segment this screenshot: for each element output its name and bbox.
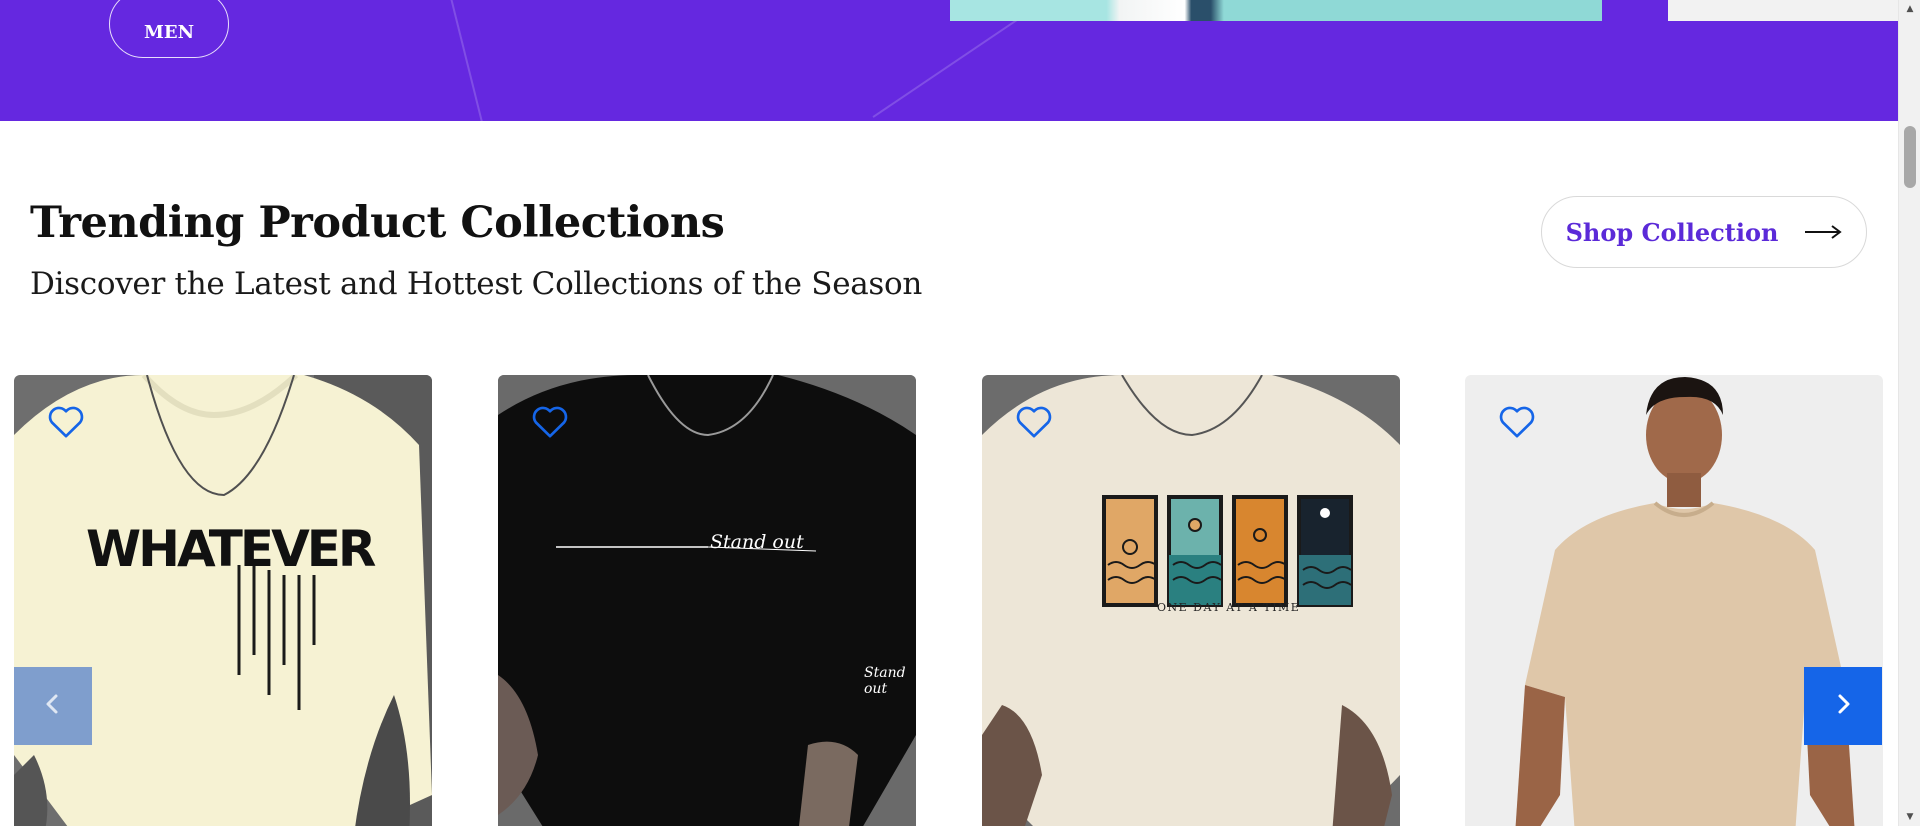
product-card[interactable]: ONE DAY AT A TIME: [982, 375, 1400, 826]
section-subtitle: Discover the Latest and Hottest Collecti…: [30, 266, 923, 302]
print-text: ONE DAY AT A TIME: [1157, 601, 1301, 614]
print-text: WHATEVER: [86, 520, 376, 578]
heart-icon[interactable]: [1497, 402, 1537, 442]
product-image: [14, 375, 432, 826]
sleeve-print-text: Stand out: [864, 665, 906, 697]
carousel-prev-button[interactable]: [14, 667, 92, 745]
hero-image-slide: [950, 0, 1602, 21]
section-title: Trending Product Collections: [30, 198, 725, 248]
heart-icon[interactable]: [1014, 402, 1054, 442]
page-scrollbar[interactable]: ▲ ▼: [1898, 0, 1920, 826]
shop-collection-label: Shop Collection: [1565, 217, 1779, 247]
carousel-next-button[interactable]: [1804, 667, 1882, 745]
product-image: [1465, 375, 1883, 826]
print-text: Stand out: [710, 531, 804, 553]
scroll-up-arrow-icon[interactable]: ▲: [1899, 0, 1920, 18]
hero-image-slide: [1668, 0, 1898, 21]
chevron-left-icon: [42, 693, 64, 719]
heart-icon[interactable]: [530, 402, 570, 442]
chevron-right-icon: [1832, 693, 1854, 719]
hero-banner: MEN: [0, 0, 1898, 121]
product-card[interactable]: WHATEVER: [14, 375, 432, 826]
scroll-down-arrow-icon[interactable]: ▼: [1899, 808, 1920, 826]
men-category-button[interactable]: MEN: [109, 0, 229, 58]
product-image: [498, 375, 916, 826]
hero-decor-line: [872, 10, 1032, 118]
product-card[interactable]: Stand out Stand out: [498, 375, 916, 826]
shop-collection-button[interactable]: Shop Collection: [1541, 196, 1867, 268]
heart-icon[interactable]: [46, 402, 86, 442]
hero-decor-line: [448, 0, 484, 121]
product-card[interactable]: [1465, 375, 1883, 826]
scrollbar-thumb[interactable]: [1904, 126, 1916, 188]
arrow-right-icon: [1804, 224, 1843, 240]
